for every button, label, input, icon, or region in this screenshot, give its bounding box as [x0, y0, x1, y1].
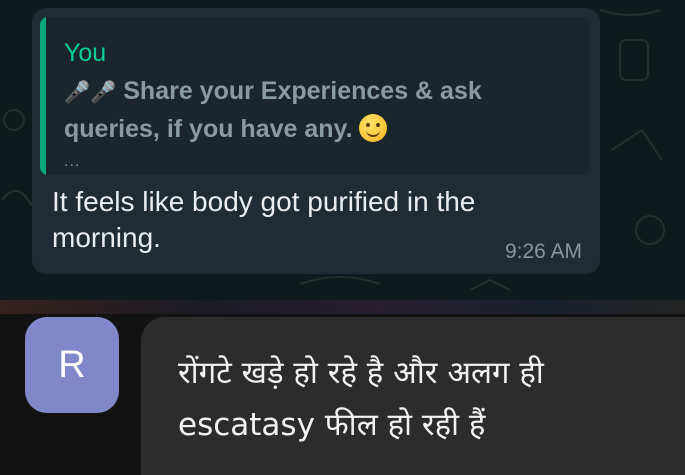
background-strip — [0, 300, 685, 314]
message-timestamp: 9:26 AM — [504, 240, 582, 263]
quote-text-block: 🎤🎤 Share your Experiences & ask queries,… — [64, 73, 534, 148]
avatar-letter: R — [58, 343, 86, 386]
quote-text: Share your Experiences & ask queries, if… — [64, 77, 482, 143]
reply-panel: R रोंगटे खड़े हो रहे है और अलग ही escata… — [0, 300, 685, 475]
quote-author: You — [64, 39, 107, 67]
chat-panel: You 🎤🎤 Share your Experiences & ask quer… — [0, 0, 685, 300]
microphone-icon: 🎤🎤 — [64, 81, 117, 104]
message-bubble[interactable]: You 🎤🎤 Share your Experiences & ask quer… — [32, 8, 600, 274]
smiling-face-icon — [359, 114, 388, 142]
reply-bubble[interactable]: रोंगटे खड़े हो रहे है और अलग ही escatasy… — [141, 317, 685, 475]
reply-text: रोंगटे खड़े हो रहे है और अलग ही escatasy… — [178, 355, 544, 443]
message-text: It feels like body got purified in the m… — [52, 186, 476, 253]
quote-accent-bar — [40, 17, 46, 175]
avatar[interactable]: R — [25, 317, 119, 413]
quoted-message[interactable]: You 🎤🎤 Share your Experiences & ask quer… — [40, 17, 590, 175]
quote-ellipsis: ... — [64, 153, 81, 170]
